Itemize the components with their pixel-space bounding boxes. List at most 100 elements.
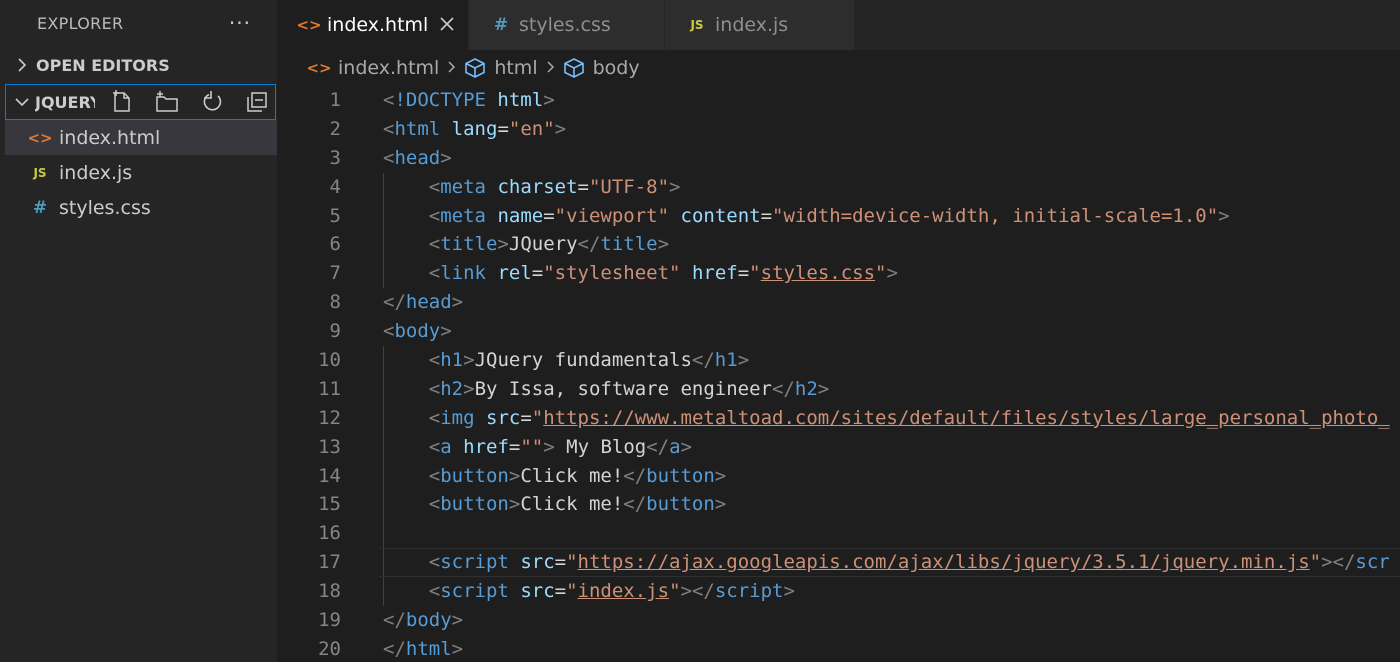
code-line[interactable]: 3 <head> bbox=[277, 144, 1400, 173]
code-token: > bbox=[714, 493, 727, 516]
code-token: href bbox=[691, 262, 738, 285]
code-line[interactable]: 1 <!DOCTYPE html> bbox=[277, 86, 1400, 115]
code-token: > bbox=[451, 637, 464, 660]
file-styles-css[interactable]: # styles.css bbox=[0, 190, 277, 225]
code-text: <script src="index.js"></script> bbox=[383, 577, 795, 606]
explorer-sidebar: EXPLORER ··· OPEN EDITORS JQUERY <> inde… bbox=[0, 0, 277, 662]
code-token: > bbox=[680, 435, 692, 458]
code-token: button bbox=[440, 493, 509, 516]
code-token: = bbox=[577, 175, 589, 198]
line-number: 12 bbox=[318, 406, 341, 429]
code-token: "UTF-8" bbox=[588, 175, 670, 198]
code-token: </ bbox=[383, 609, 406, 632]
line-number: 20 bbox=[318, 637, 341, 660]
new-folder-icon[interactable] bbox=[148, 87, 185, 117]
file-index-html[interactable]: <> index.html bbox=[5, 120, 277, 155]
code-line[interactable]: 19 </body> bbox=[277, 606, 1400, 635]
code-token: content bbox=[680, 204, 761, 227]
code-line[interactable]: 4 <meta charset="UTF-8"> bbox=[277, 173, 1400, 202]
code-token: name bbox=[497, 204, 544, 227]
code-token: https://www.metaltoad.com/sites/default/… bbox=[543, 406, 1390, 429]
code-line[interactable]: 7 <link rel="stylesheet" href="styles.cs… bbox=[277, 259, 1400, 288]
folder-name: JQUERY bbox=[35, 92, 95, 112]
code-line[interactable]: 5 <meta name="viewport" content="width=d… bbox=[277, 202, 1400, 231]
code-line[interactable]: 6 <title>JQuery</title> bbox=[277, 230, 1400, 259]
explorer-header: EXPLORER ··· bbox=[0, 0, 277, 46]
code-token: head bbox=[394, 146, 441, 169]
code-token: JQuery fundamentals bbox=[474, 349, 692, 372]
code-token: script bbox=[440, 551, 509, 574]
open-editors-section[interactable]: OPEN EDITORS bbox=[0, 46, 277, 84]
line-number: 3 bbox=[329, 146, 341, 169]
code-text: <a href=""> My Blog</a> bbox=[383, 433, 692, 462]
code-line[interactable]: 16 bbox=[277, 519, 1400, 548]
code-line[interactable]: 12 <img src="https://www.metaltoad.com/s… bbox=[277, 404, 1400, 433]
breadcrumb-html[interactable]: html bbox=[464, 57, 538, 79]
breadcrumb-body[interactable]: body bbox=[563, 57, 640, 79]
code-token: > bbox=[783, 580, 795, 603]
new-file-icon[interactable] bbox=[103, 87, 140, 117]
code-token: href bbox=[463, 435, 509, 458]
cube-icon bbox=[563, 57, 585, 79]
code-line[interactable]: 14 <button>Click me!</button> bbox=[277, 462, 1400, 491]
code-token: < bbox=[428, 580, 441, 603]
line-number: 5 bbox=[329, 204, 341, 227]
line-number: 4 bbox=[329, 175, 341, 198]
code-token: > bbox=[886, 262, 898, 285]
code-line[interactable]: 20 </html> bbox=[277, 635, 1400, 662]
code-line[interactable]: 10 <h1>JQuery fundamentals</h1> bbox=[277, 346, 1400, 375]
code-token: = bbox=[760, 204, 773, 227]
code-line[interactable]: 2 <html lang="en"> bbox=[277, 115, 1400, 144]
editor-tabs: <> index.html # styles.css JS index.js bbox=[277, 0, 1400, 50]
code-editor[interactable]: 1 <!DOCTYPE html> 2 <html lang="en"> 3 <head>… bbox=[277, 86, 1400, 662]
code-token: "viewport" bbox=[554, 204, 670, 227]
code-token: h2 bbox=[440, 377, 464, 400]
css-file-icon: # bbox=[493, 15, 509, 35]
line-number: 19 bbox=[318, 609, 341, 632]
code-token: < bbox=[428, 175, 441, 198]
code-token: "width=device-width, initial-scale=1.0" bbox=[772, 204, 1219, 227]
tab-index-html[interactable]: <> index.html bbox=[277, 0, 469, 50]
code-token: > bbox=[1218, 204, 1230, 227]
code-token: < bbox=[428, 377, 441, 400]
html-file-icon: <> bbox=[296, 16, 322, 34]
file-index-js[interactable]: JS index.js bbox=[0, 155, 277, 190]
tab-styles-css[interactable]: # styles.css bbox=[469, 0, 665, 50]
code-token: < bbox=[428, 262, 441, 285]
code-token: > bbox=[657, 233, 670, 256]
code-line[interactable]: 15 <button>Click me!</button> bbox=[277, 490, 1400, 519]
more-actions-icon[interactable]: ··· bbox=[229, 13, 251, 33]
chevron-down-icon bbox=[12, 96, 31, 108]
code-line[interactable]: 17 <script src="https://ajax.googleapis.… bbox=[277, 548, 1400, 578]
code-line[interactable]: 9 <body> bbox=[277, 317, 1400, 346]
code-token: < bbox=[428, 233, 441, 256]
tab-index-js[interactable]: JS index.js bbox=[665, 0, 855, 50]
code-line[interactable]: 13 <a href=""> My Blog</a> bbox=[277, 433, 1400, 462]
code-line[interactable]: 8 </head> bbox=[277, 288, 1400, 317]
code-token: </ bbox=[646, 435, 670, 458]
refresh-icon[interactable] bbox=[193, 87, 230, 117]
line-number: 6 bbox=[329, 233, 341, 256]
code-token: body bbox=[394, 320, 441, 343]
code-text: <script src="https://ajax.googleapis.com… bbox=[383, 548, 1390, 577]
code-token: meta bbox=[440, 175, 486, 198]
folder-section-jquery[interactable]: JQUERY bbox=[5, 84, 276, 120]
explorer-title: EXPLORER bbox=[37, 13, 124, 33]
close-icon[interactable] bbox=[440, 15, 454, 36]
line-number: 8 bbox=[329, 291, 341, 314]
code-token: " bbox=[749, 262, 761, 285]
code-line[interactable]: 18 <script src="index.js"></script> bbox=[277, 577, 1400, 606]
code-token: styles.css bbox=[760, 262, 876, 285]
collapse-all-icon[interactable] bbox=[238, 87, 275, 117]
code-token: < bbox=[383, 320, 395, 343]
code-token: < bbox=[383, 117, 395, 140]
code-line[interactable]: 11 <h2>By Issa, software engineer</h2> bbox=[277, 375, 1400, 404]
code-token: = bbox=[520, 406, 532, 429]
code-token: < bbox=[428, 204, 441, 227]
breadcrumb-file[interactable]: <> index.html bbox=[306, 57, 439, 79]
line-number: 16 bbox=[318, 522, 341, 545]
